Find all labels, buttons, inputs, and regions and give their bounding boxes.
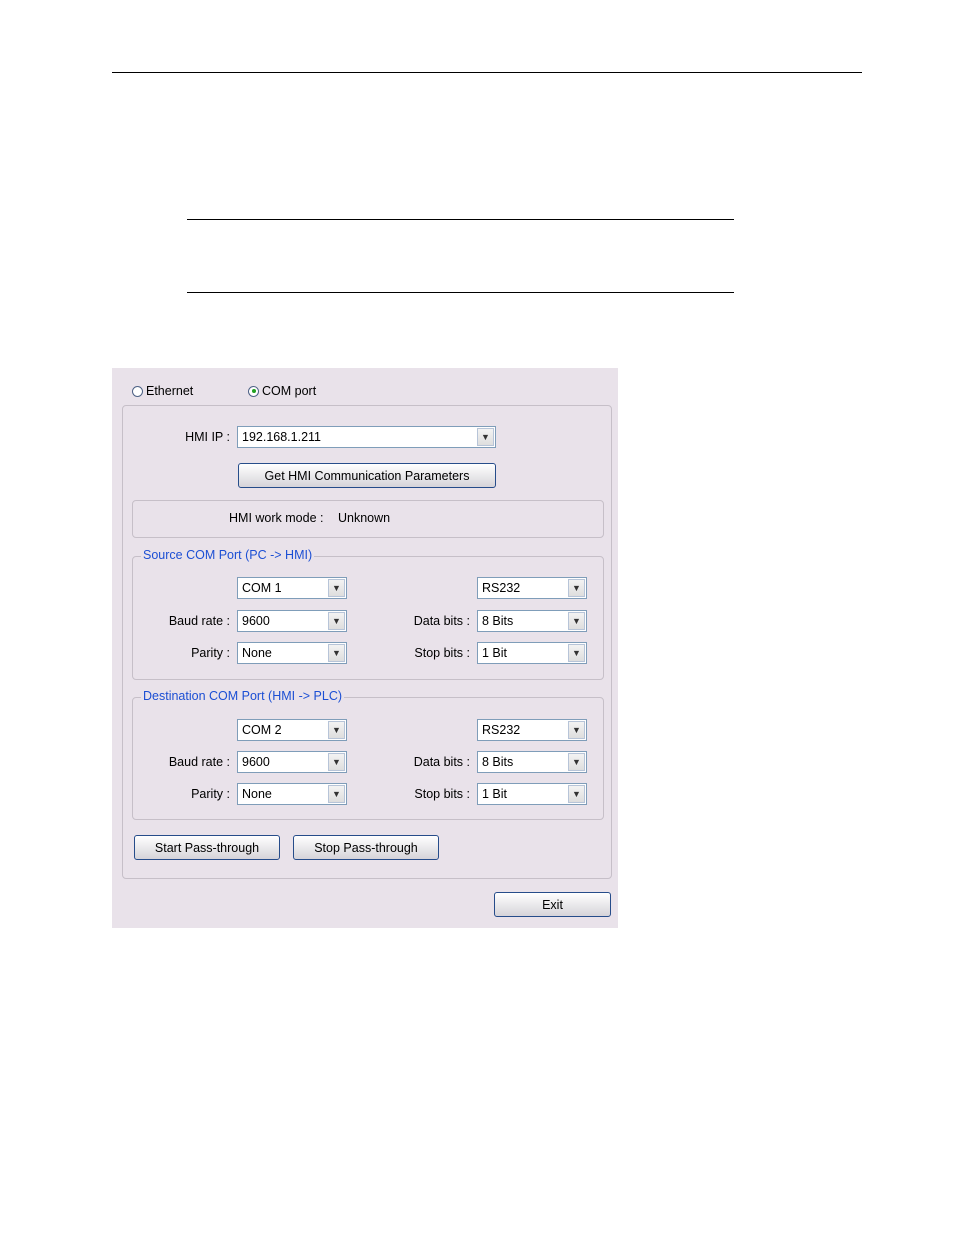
header-rule xyxy=(112,72,862,73)
chevron-down-icon[interactable]: ▼ xyxy=(328,721,345,739)
destination-data-bits-select[interactable]: 8 Bits ▼ xyxy=(477,751,587,773)
source-stop-bits-select[interactable]: 1 Bit ▼ xyxy=(477,642,587,664)
chevron-down-icon[interactable]: ▼ xyxy=(568,612,585,630)
start-pass-through-button[interactable]: Start Pass-through xyxy=(134,835,280,860)
source-baud-label: Baud rate : xyxy=(168,614,230,628)
destination-parity-label: Parity : xyxy=(191,787,230,801)
destination-com-title: Destination COM Port (HMI -> PLC) xyxy=(141,689,345,703)
chevron-down-icon[interactable]: ▼ xyxy=(568,579,585,597)
source-parity-label: Parity : xyxy=(191,646,230,660)
exit-button[interactable]: Exit xyxy=(494,892,611,917)
chevron-down-icon[interactable]: ▼ xyxy=(477,428,494,446)
hmi-ip-select[interactable]: 192.168.1.211 ▼ xyxy=(237,426,496,448)
source-com-title: Source COM Port (PC -> HMI) xyxy=(141,548,315,562)
chevron-down-icon[interactable]: ▼ xyxy=(568,721,585,739)
chevron-down-icon[interactable]: ▼ xyxy=(328,579,345,597)
hmi-ip-value: 192.168.1.211 xyxy=(242,430,322,444)
destination-parity-select[interactable]: None ▼ xyxy=(237,783,347,805)
stop-pass-through-button[interactable]: Stop Pass-through xyxy=(293,835,439,860)
note-bottom-rule xyxy=(187,292,734,293)
com-port-radio-label: COM port xyxy=(262,384,317,398)
destination-baud-label: Baud rate : xyxy=(168,755,230,769)
hmi-ip-label: HMI IP : xyxy=(185,430,230,444)
ethernet-radio[interactable]: Ethernet xyxy=(132,384,193,398)
chevron-down-icon[interactable]: ▼ xyxy=(328,753,345,771)
chevron-down-icon[interactable]: ▼ xyxy=(328,644,345,662)
chevron-down-icon[interactable]: ▼ xyxy=(328,785,345,803)
source-data-bits-select[interactable]: 8 Bits ▼ xyxy=(477,610,587,632)
source-stop-bits-label: Stop bits : xyxy=(414,646,470,660)
work-mode-value: Unknown xyxy=(338,511,391,525)
source-baud-select[interactable]: 9600 ▼ xyxy=(237,610,347,632)
note-top-rule xyxy=(187,219,734,220)
source-port-select[interactable]: COM 1 ▼ xyxy=(237,577,347,599)
chevron-down-icon[interactable]: ▼ xyxy=(568,753,585,771)
destination-data-bits-label: Data bits : xyxy=(413,755,470,769)
get-hmi-params-button[interactable]: Get HMI Communication Parameters xyxy=(238,463,496,488)
destination-baud-select[interactable]: 9600 ▼ xyxy=(237,751,347,773)
radio-checked-icon xyxy=(248,385,259,397)
chevron-down-icon[interactable]: ▼ xyxy=(568,785,585,803)
ethernet-radio-label: Ethernet xyxy=(146,384,194,398)
pass-through-dialog: Ethernet COM port HMI IP : 192.168.1.211… xyxy=(112,368,618,928)
com-port-radio[interactable]: COM port xyxy=(248,384,316,398)
radio-unchecked-icon xyxy=(132,385,143,397)
destination-stop-bits-select[interactable]: 1 Bit ▼ xyxy=(477,783,587,805)
destination-interface-select[interactable]: RS232 ▼ xyxy=(477,719,587,741)
work-mode-label: HMI work mode : xyxy=(229,511,324,525)
destination-port-select[interactable]: COM 2 ▼ xyxy=(237,719,347,741)
chevron-down-icon[interactable]: ▼ xyxy=(328,612,345,630)
source-parity-select[interactable]: None ▼ xyxy=(237,642,347,664)
source-data-bits-label: Data bits : xyxy=(413,614,470,628)
destination-stop-bits-label: Stop bits : xyxy=(414,787,470,801)
source-interface-select[interactable]: RS232 ▼ xyxy=(477,577,587,599)
chevron-down-icon[interactable]: ▼ xyxy=(568,644,585,662)
